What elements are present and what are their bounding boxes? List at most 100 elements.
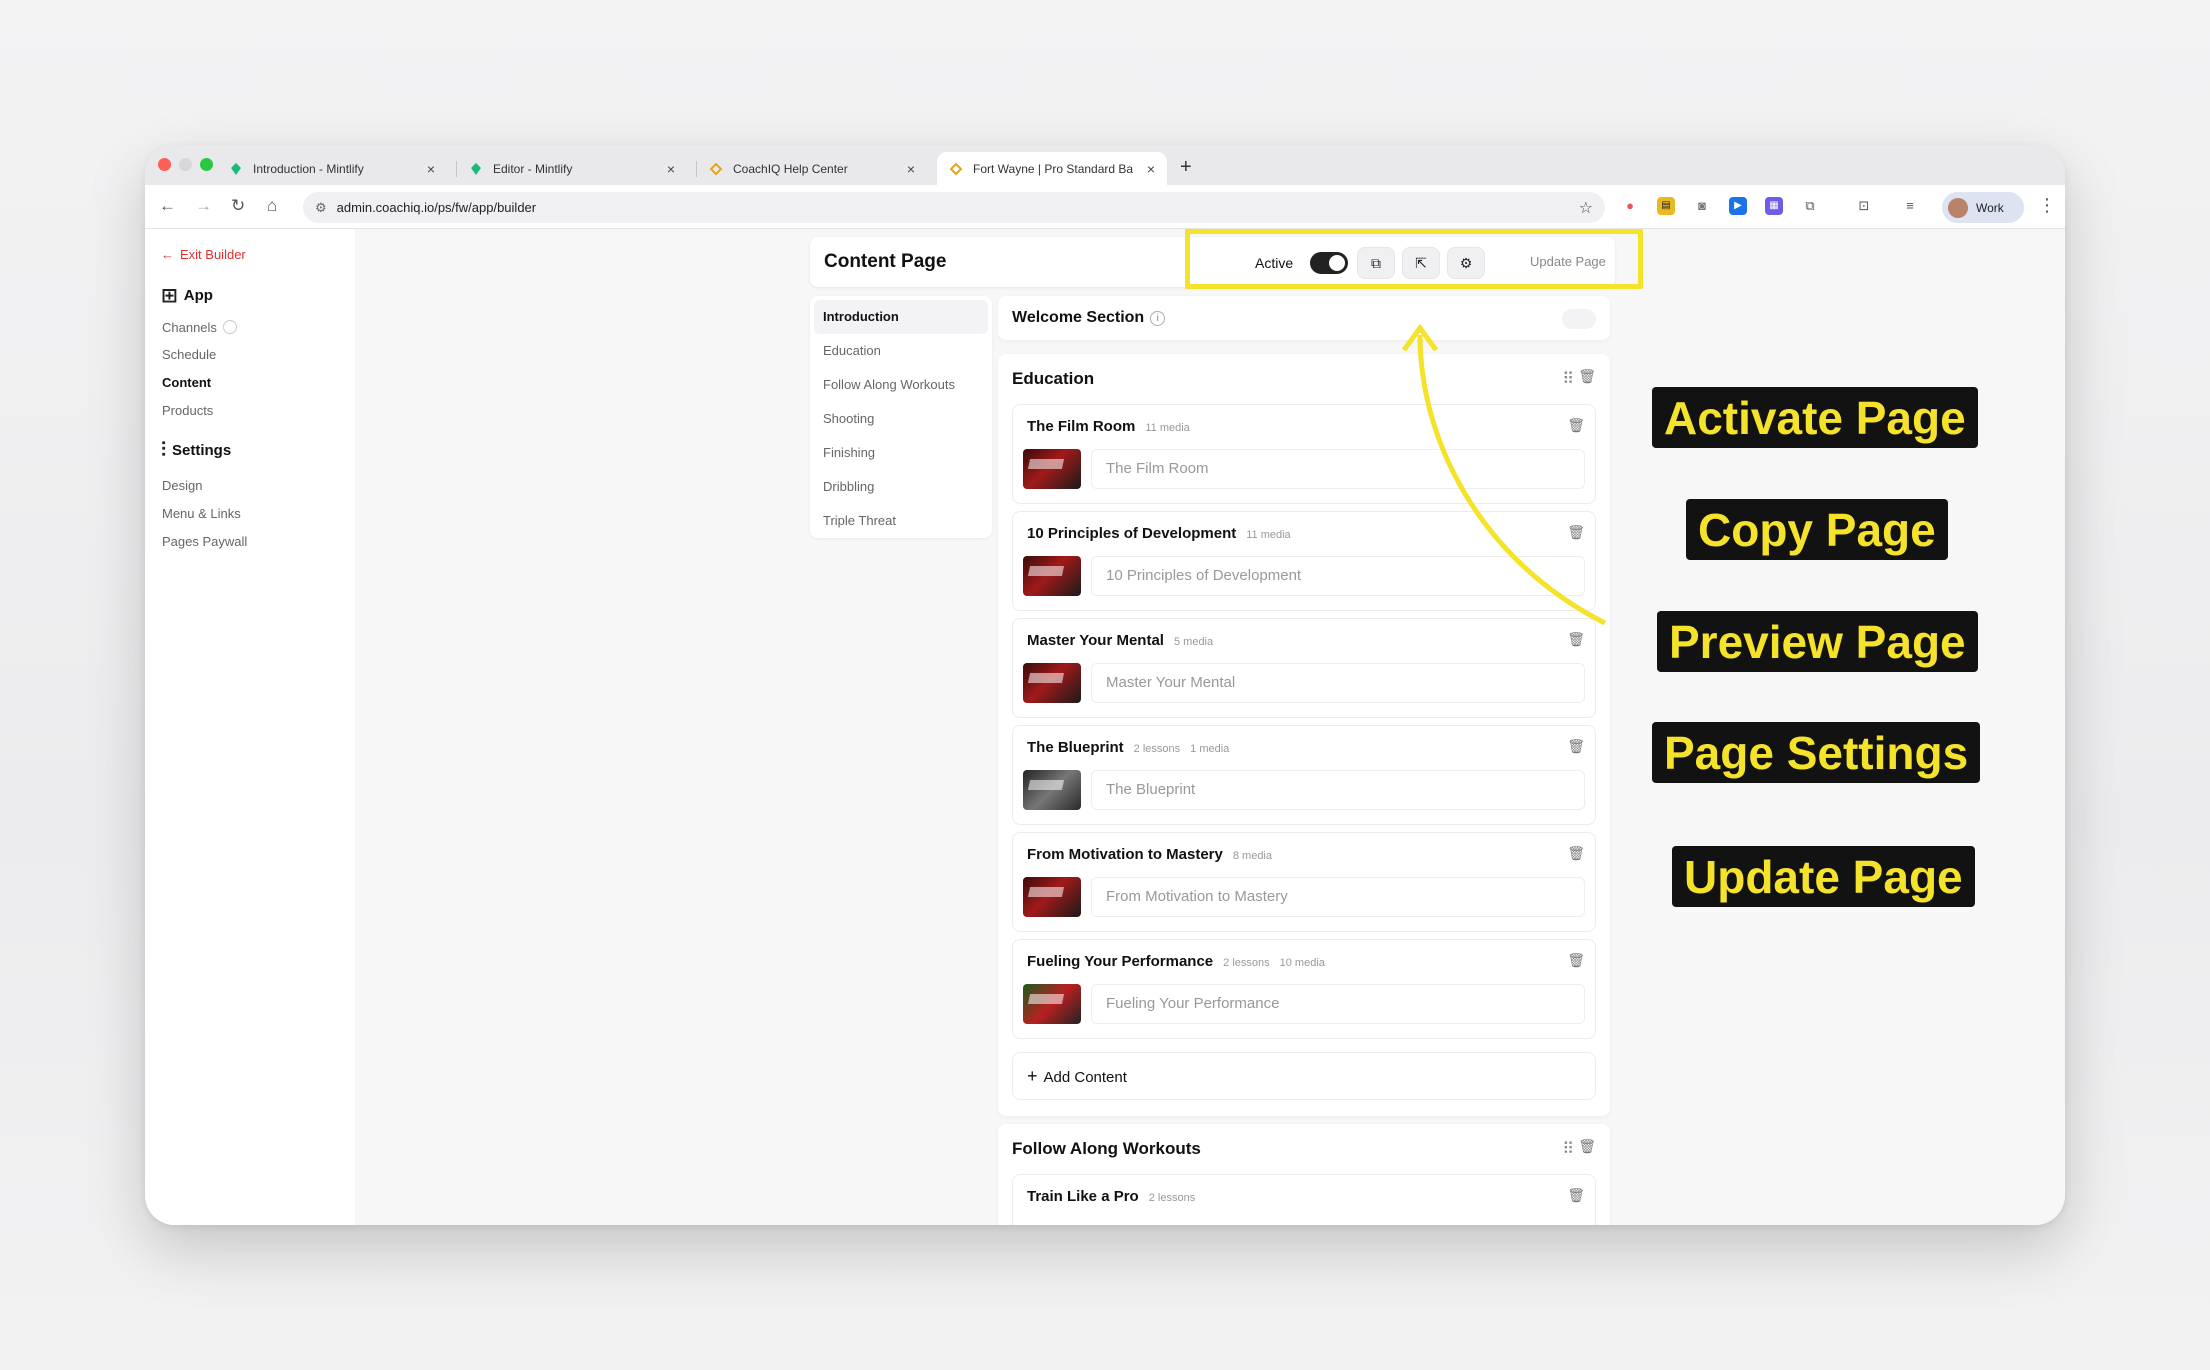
annotation-update-page: Update Page bbox=[1672, 846, 1975, 907]
content-title-input[interactable]: Fueling Your Performance bbox=[1091, 984, 1585, 1024]
extension-icon[interactable]: ▶ bbox=[1729, 197, 1747, 215]
annotation-copy-page: Copy Page bbox=[1686, 499, 1948, 560]
close-tab-icon[interactable]: × bbox=[907, 161, 915, 177]
content-title-input[interactable]: 10 Principles of Development bbox=[1091, 556, 1585, 596]
sidebar-item-menu-links[interactable]: Menu & Links bbox=[162, 506, 241, 521]
trash-icon[interactable]: 🗑 bbox=[1578, 1138, 1596, 1155]
content-title-text: Train Like a Pro bbox=[1027, 1188, 1139, 1205]
new-tab-icon[interactable]: + bbox=[1180, 156, 1192, 179]
content-title: The Blueprint 2 lessons 1 media bbox=[1027, 739, 1229, 756]
content-thumbnail[interactable] bbox=[1023, 663, 1081, 703]
tab-title: Fort Wayne | Pro Standard Ba bbox=[973, 161, 1134, 176]
puzzle-extensions-icon[interactable]: ⧉ bbox=[1801, 197, 1819, 215]
content-item: Fueling Your Performance 2 lessons 10 medi… bbox=[1012, 939, 1596, 1039]
close-window-button[interactable] bbox=[158, 158, 171, 171]
sidebar-item-schedule[interactable]: Schedule bbox=[162, 347, 216, 362]
coachiq-icon bbox=[709, 162, 723, 175]
content-meta: 11 media bbox=[1145, 422, 1190, 434]
sidebar-item-pages-paywall[interactable]: Pages Paywall bbox=[162, 534, 247, 549]
close-tab-icon[interactable]: × bbox=[667, 161, 675, 177]
app-section-heading: ⊞ App bbox=[161, 283, 213, 308]
highlight-box bbox=[1185, 229, 1643, 289]
content-thumbnail[interactable] bbox=[1023, 984, 1081, 1024]
tab-search-icon[interactable]: ⊡ bbox=[1855, 197, 1873, 215]
browser-tab-4-active[interactable]: Fort Wayne | Pro Standard Ba × bbox=[937, 152, 1167, 185]
page-item-dribbling[interactable]: Dribbling bbox=[814, 470, 988, 504]
info-icon bbox=[222, 320, 237, 334]
bookmark-star-icon[interactable]: ☆ bbox=[1579, 198, 1593, 218]
browser-tab-1[interactable]: Introduction - Mintlify × bbox=[217, 152, 447, 185]
trash-icon[interactable]: 🗑 bbox=[1567, 417, 1585, 434]
add-content-label: Add Content bbox=[1043, 1069, 1127, 1086]
content-title: Fueling Your Performance 2 lessons 10 medi… bbox=[1027, 953, 1325, 970]
sidebar-item-channels[interactable]: Channels bbox=[162, 320, 237, 335]
content-meta: 8 media bbox=[1232, 850, 1272, 862]
extension-icon[interactable]: ▤ bbox=[1657, 197, 1675, 215]
welcome-title-text: Welcome Section bbox=[1012, 309, 1145, 326]
window-controls bbox=[158, 158, 213, 171]
content-meta: 2 lessons bbox=[1133, 743, 1181, 755]
content-title: The Film Room 11 media bbox=[1027, 418, 1190, 435]
page-item-education[interactable]: Education bbox=[814, 334, 988, 368]
browser-tab-2[interactable]: Editor - Mintlify × bbox=[457, 152, 687, 185]
close-tab-icon[interactable]: × bbox=[427, 161, 435, 177]
content-title: Master Your Mental 5 media bbox=[1027, 632, 1213, 649]
site-settings-icon[interactable]: ⚙ bbox=[315, 200, 327, 216]
camera-extension-icon[interactable]: ◙ bbox=[1693, 197, 1711, 215]
asana-extension-icon[interactable]: ● bbox=[1621, 197, 1639, 215]
close-tab-icon[interactable]: × bbox=[1147, 161, 1155, 177]
maximize-window-button[interactable] bbox=[200, 158, 213, 171]
arrow-left-icon: ← bbox=[161, 247, 174, 262]
content-thumbnail[interactable] bbox=[1023, 770, 1081, 810]
content-thumbnail[interactable] bbox=[1023, 877, 1081, 917]
page-item-triple-threat[interactable]: Triple Threat bbox=[814, 504, 988, 538]
content-title-input[interactable]: The Film Room bbox=[1091, 449, 1585, 489]
url-field[interactable]: ⚙ admin.coachiq.io/ps/fw/app/builder ☆ bbox=[303, 192, 1605, 223]
content-item: Master Your Mental 5 media 🗑 Master Your … bbox=[1012, 618, 1596, 718]
content-title-input[interactable]: From Motivation to Mastery bbox=[1091, 877, 1585, 917]
page-item-shooting[interactable]: Shooting bbox=[814, 402, 988, 436]
forward-arrow-icon[interactable]: → bbox=[195, 196, 212, 216]
browser-menu-icon[interactable]: ⋮ bbox=[2038, 195, 2056, 216]
trash-icon[interactable]: 🗑 bbox=[1567, 952, 1585, 969]
grid-icon: ⊞ bbox=[161, 285, 178, 307]
add-content-button[interactable]: + Add Content bbox=[1012, 1052, 1596, 1100]
sidebar-item-content[interactable]: Content bbox=[162, 375, 211, 390]
drag-handle-icon[interactable]: ⠿ bbox=[1562, 1139, 1574, 1159]
content-title-text: The Film Room bbox=[1027, 418, 1136, 435]
exit-builder-button[interactable]: ← Exit Builder bbox=[161, 247, 246, 262]
app-heading-label: App bbox=[183, 287, 213, 304]
annotation-preview-page: Preview Page bbox=[1657, 611, 1978, 672]
trash-icon[interactable]: 🗑 bbox=[1567, 845, 1585, 862]
trash-icon[interactable]: 🗑 bbox=[1567, 1187, 1585, 1204]
trash-icon[interactable]: 🗑 bbox=[1567, 631, 1585, 648]
drag-handle-icon[interactable]: ⠿ bbox=[1562, 369, 1574, 389]
info-icon[interactable]: i bbox=[1150, 311, 1166, 326]
content-title-input[interactable]: Master Your Mental bbox=[1091, 663, 1585, 703]
exit-builder-label: Exit Builder bbox=[180, 247, 246, 262]
home-icon[interactable]: ⌂ bbox=[267, 196, 277, 216]
content-thumbnail[interactable] bbox=[1023, 449, 1081, 489]
page-item-follow-along[interactable]: Follow Along Workouts bbox=[814, 368, 988, 402]
mintlify-icon bbox=[471, 162, 481, 175]
back-arrow-icon[interactable]: ← bbox=[159, 196, 176, 216]
sidebar-item-design[interactable]: Design bbox=[162, 478, 202, 493]
reload-icon[interactable]: ↻ bbox=[231, 196, 245, 216]
trash-icon[interactable]: 🗑 bbox=[1567, 738, 1585, 755]
content-thumbnail[interactable] bbox=[1023, 556, 1081, 596]
tab-title: Editor - Mintlify bbox=[493, 161, 573, 176]
page-item-finishing[interactable]: Finishing bbox=[814, 436, 988, 470]
settings-heading-label: Settings bbox=[172, 442, 232, 459]
mintlify-icon bbox=[231, 162, 241, 175]
trash-icon[interactable]: 🗑 bbox=[1578, 368, 1596, 385]
minimize-window-button[interactable] bbox=[179, 158, 192, 171]
reading-list-icon[interactable]: ≡ bbox=[1901, 197, 1919, 215]
extension-icon[interactable]: ▦ bbox=[1765, 197, 1783, 215]
browser-tab-3[interactable]: CoachIQ Help Center × bbox=[697, 152, 927, 185]
sidebar-item-products[interactable]: Products bbox=[162, 403, 213, 418]
page-item-introduction[interactable]: Introduction bbox=[814, 300, 988, 334]
profile-button[interactable]: Work bbox=[1942, 192, 2024, 223]
trash-icon[interactable]: 🗑 bbox=[1567, 524, 1585, 541]
welcome-toggle[interactable] bbox=[1562, 309, 1596, 329]
content-title-input[interactable]: The Blueprint bbox=[1091, 770, 1585, 810]
